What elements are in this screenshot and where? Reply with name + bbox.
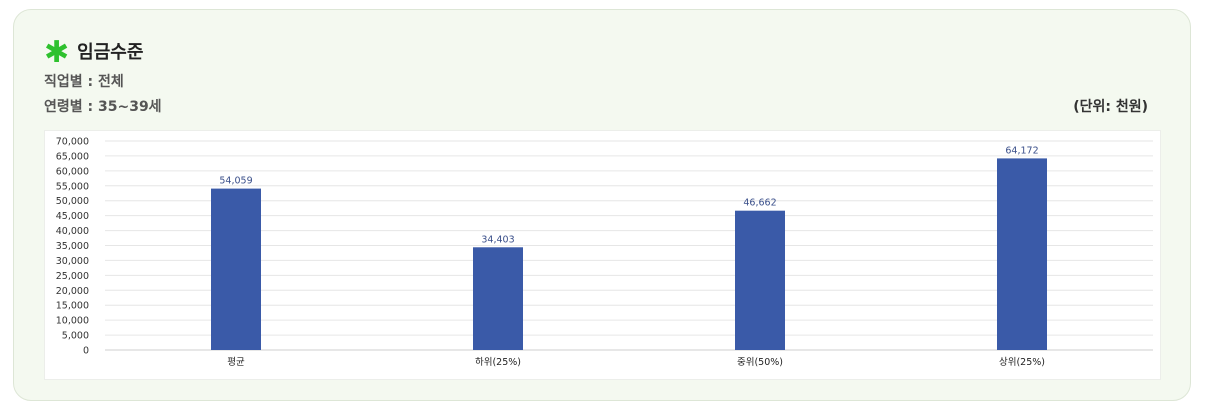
bar-value-label: 64,172 (1005, 145, 1038, 156)
unit-label: (단위: 천원) (1073, 99, 1148, 115)
bar (997, 158, 1047, 350)
y-tick-label: 30,000 (56, 256, 89, 267)
bar-value-label: 54,059 (219, 176, 252, 187)
age-filter-label: 연령별 : 35~39세 (44, 99, 162, 115)
y-tick-label: 60,000 (56, 166, 89, 177)
y-tick-label: 40,000 (56, 226, 89, 237)
bar-value-label: 46,662 (743, 198, 776, 209)
bar (735, 210, 785, 350)
bar (211, 188, 261, 350)
y-tick-label: 65,000 (56, 151, 89, 162)
bar-chart: 0 5,000 10,000 15,000 20,000 25,000 30,000 35,0… (56, 137, 1153, 368)
x-category-label: 하위(25%) (475, 356, 521, 368)
x-category-label: 중위(50%) (737, 356, 783, 368)
y-tick-label: 5,000 (62, 331, 89, 342)
y-tick-label: 45,000 (56, 211, 89, 222)
chart-container: 0 5,000 10,000 15,000 20,000 25,000 30,000 35,0… (44, 130, 1161, 380)
title-row: ✱ 임금수준 (44, 35, 144, 70)
bar-value-label: 34,403 (481, 234, 514, 245)
y-tick-label: 50,000 (56, 196, 89, 207)
x-category-label: 평균 (227, 357, 245, 368)
card-title: 임금수준 (77, 42, 144, 63)
y-tick-label: 35,000 (56, 241, 89, 252)
y-tick-label: 15,000 (56, 301, 89, 312)
y-tick-label: 55,000 (56, 181, 89, 192)
y-tick-label: 70,000 (56, 137, 89, 148)
asterisk-icon: ✱ (44, 35, 70, 70)
y-tick-label: 25,000 (56, 271, 89, 282)
y-tick-label: 10,000 (56, 316, 89, 327)
y-tick-label: 20,000 (56, 286, 89, 297)
wage-level-card: ✱ 임금수준 직업별 : 전체 연령별 : 35~39세 (단위: 천원) 0 5… (13, 9, 1191, 401)
bar (473, 247, 523, 350)
x-category-label: 상위(25%) (999, 356, 1045, 368)
occupation-filter-label: 직업별 : 전체 (44, 74, 124, 90)
y-tick-label: 0 (83, 346, 89, 357)
